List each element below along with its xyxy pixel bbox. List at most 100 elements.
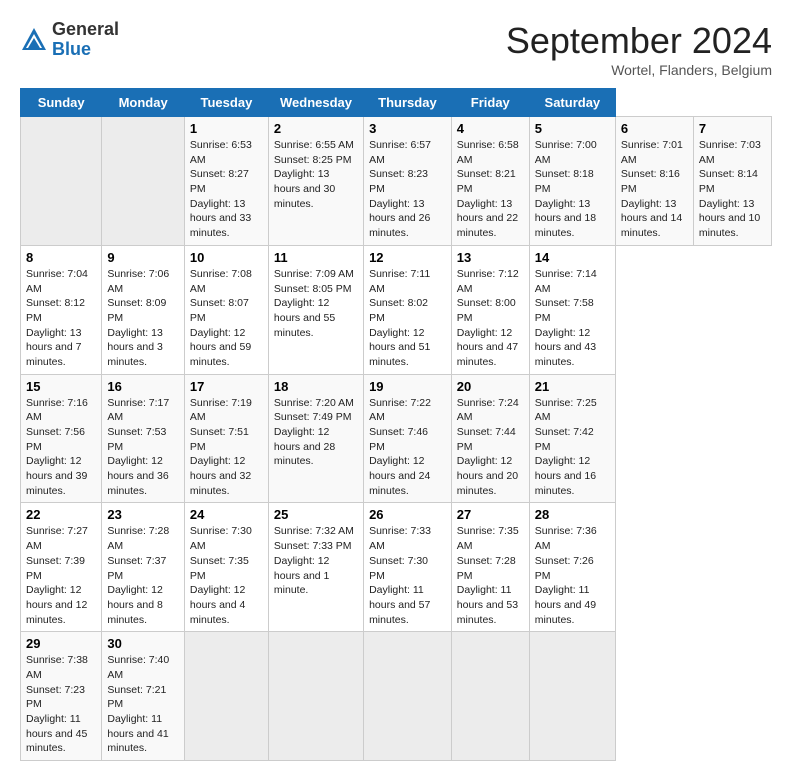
logo: General Blue [20, 20, 119, 60]
cell-info: Sunrise: 7:00 AMSunset: 8:18 PMDaylight:… [535, 138, 610, 241]
calendar-cell: 3 Sunrise: 6:57 AMSunset: 8:23 PMDaylight… [364, 117, 452, 246]
calendar-cell [21, 117, 102, 246]
day-number: 12 [369, 250, 446, 265]
day-header-tuesday: Tuesday [184, 89, 268, 117]
day-number: 28 [535, 507, 610, 522]
calendar-cell: 27Sunrise: 7:35 AMSunset: 7:28 PMDayligh… [451, 503, 529, 632]
location: Wortel, Flanders, Belgium [506, 62, 772, 78]
day-header-thursday: Thursday [364, 89, 452, 117]
calendar-cell: 18 Sunrise: 7:20 AMSunset: 7:49 PMDayligh… [268, 374, 363, 503]
day-header-sunday: Sunday [21, 89, 102, 117]
calendar-cell: 13Sunrise: 7:12 AMSunset: 8:00 PMDayligh… [451, 245, 529, 374]
calendar-table: SundayMondayTuesdayWednesdayThursdayFrid… [20, 88, 772, 761]
calendar-cell: 22Sunrise: 7:27 AMSunset: 7:39 PMDayligh… [21, 503, 102, 632]
day-number: 11 [274, 250, 358, 265]
cell-info: Sunrise: 7:04 AMSunset: 8:12 PMDaylight:… [26, 267, 96, 370]
calendar-cell: 30 Sunrise: 7:40 AMSunset: 7:21 PMDayligh… [102, 632, 185, 761]
day-number: 9 [107, 250, 179, 265]
week-row-5: 29 Sunrise: 7:38 AMSunset: 7:23 PMDayligh… [21, 632, 772, 761]
logo-icon [20, 26, 48, 54]
cell-info: Sunrise: 7:40 AMSunset: 7:21 PMDaylight:… [107, 653, 179, 756]
calendar-cell [102, 117, 185, 246]
day-number: 15 [26, 379, 96, 394]
day-number: 3 [369, 121, 446, 136]
cell-info: Sunrise: 7:08 AMSunset: 8:07 PMDaylight:… [190, 267, 263, 370]
calendar-cell [529, 632, 615, 761]
calendar-cell: 5 Sunrise: 7:00 AMSunset: 8:18 PMDaylight… [529, 117, 615, 246]
calendar-cell: 15 Sunrise: 7:16 AMSunset: 7:56 PMDayligh… [21, 374, 102, 503]
day-number: 4 [457, 121, 524, 136]
calendar-cell: 4 Sunrise: 6:58 AMSunset: 8:21 PMDaylight… [451, 117, 529, 246]
cell-info: Sunrise: 7:09 AMSunset: 8:05 PMDaylight:… [274, 267, 358, 340]
calendar-cell: 10 Sunrise: 7:08 AMSunset: 8:07 PMDayligh… [184, 245, 268, 374]
cell-info: Sunrise: 6:53 AMSunset: 8:27 PMDaylight:… [190, 138, 263, 241]
calendar-cell [268, 632, 363, 761]
calendar-cell: 9 Sunrise: 7:06 AMSunset: 8:09 PMDaylight… [102, 245, 185, 374]
day-number: 30 [107, 636, 179, 651]
cell-info: Sunrise: 7:38 AMSunset: 7:23 PMDaylight:… [26, 653, 96, 756]
logo-text: General Blue [52, 20, 119, 60]
calendar-cell: 25Sunrise: 7:32 AMSunset: 7:33 PMDayligh… [268, 503, 363, 632]
calendar-cell: 6Sunrise: 7:01 AMSunset: 8:16 PMDaylight… [615, 117, 693, 246]
week-row-3: 15 Sunrise: 7:16 AMSunset: 7:56 PMDayligh… [21, 374, 772, 503]
day-number: 10 [190, 250, 263, 265]
week-row-1: 1 Sunrise: 6:53 AMSunset: 8:27 PMDaylight… [21, 117, 772, 246]
cell-info: Sunrise: 7:19 AMSunset: 7:51 PMDaylight:… [190, 396, 263, 499]
calendar-cell: 29 Sunrise: 7:38 AMSunset: 7:23 PMDayligh… [21, 632, 102, 761]
day-number: 8 [26, 250, 96, 265]
cell-info: Sunrise: 7:20 AMSunset: 7:49 PMDaylight:… [274, 396, 358, 469]
day-header-friday: Friday [451, 89, 529, 117]
calendar-cell [451, 632, 529, 761]
day-number: 23 [107, 507, 179, 522]
day-number: 14 [535, 250, 610, 265]
cell-info: Sunrise: 7:22 AMSunset: 7:46 PMDaylight:… [369, 396, 446, 499]
cell-info: Sunrise: 7:03 AMSunset: 8:14 PMDaylight:… [699, 138, 766, 241]
calendar-cell: 12 Sunrise: 7:11 AMSunset: 8:02 PMDayligh… [364, 245, 452, 374]
day-header-wednesday: Wednesday [268, 89, 363, 117]
cell-info: Sunrise: 7:06 AMSunset: 8:09 PMDaylight:… [107, 267, 179, 370]
day-number: 13 [457, 250, 524, 265]
cell-info: Sunrise: 7:01 AMSunset: 8:16 PMDaylight:… [621, 138, 688, 241]
day-number: 16 [107, 379, 179, 394]
cell-info: Sunrise: 7:16 AMSunset: 7:56 PMDaylight:… [26, 396, 96, 499]
calendar-cell: 11 Sunrise: 7:09 AMSunset: 8:05 PMDayligh… [268, 245, 363, 374]
month-title: September 2024 [506, 20, 772, 62]
calendar-cell [184, 632, 268, 761]
calendar-cell: 20Sunrise: 7:24 AMSunset: 7:44 PMDayligh… [451, 374, 529, 503]
calendar-cell: 21 Sunrise: 7:25 AMSunset: 7:42 PMDayligh… [529, 374, 615, 503]
calendar-cell: 2Sunrise: 6:55 AMSunset: 8:25 PMDaylight… [268, 117, 363, 246]
calendar-cell: 26Sunrise: 7:33 AMSunset: 7:30 PMDayligh… [364, 503, 452, 632]
calendar-cell: 23Sunrise: 7:28 AMSunset: 7:37 PMDayligh… [102, 503, 185, 632]
day-number: 24 [190, 507, 263, 522]
cell-info: Sunrise: 7:32 AMSunset: 7:33 PMDaylight:… [274, 524, 358, 597]
day-number: 17 [190, 379, 263, 394]
week-row-2: 8 Sunrise: 7:04 AMSunset: 8:12 PMDaylight… [21, 245, 772, 374]
calendar-cell: 16 Sunrise: 7:17 AMSunset: 7:53 PMDayligh… [102, 374, 185, 503]
cell-info: Sunrise: 7:11 AMSunset: 8:02 PMDaylight:… [369, 267, 446, 370]
day-number: 21 [535, 379, 610, 394]
day-number: 1 [190, 121, 263, 136]
cell-info: Sunrise: 6:58 AMSunset: 8:21 PMDaylight:… [457, 138, 524, 241]
day-number: 5 [535, 121, 610, 136]
calendar-cell: 19Sunrise: 7:22 AMSunset: 7:46 PMDayligh… [364, 374, 452, 503]
calendar-cell: 7 Sunrise: 7:03 AMSunset: 8:14 PMDaylight… [693, 117, 771, 246]
cell-info: Sunrise: 7:14 AMSunset: 7:58 PMDaylight:… [535, 267, 610, 370]
day-number: 18 [274, 379, 358, 394]
day-number: 7 [699, 121, 766, 136]
calendar-cell: 8 Sunrise: 7:04 AMSunset: 8:12 PMDaylight… [21, 245, 102, 374]
page-header: General Blue September 2024 Wortel, Flan… [20, 20, 772, 78]
title-block: September 2024 Wortel, Flanders, Belgium [506, 20, 772, 78]
cell-info: Sunrise: 6:57 AMSunset: 8:23 PMDaylight:… [369, 138, 446, 241]
calendar-cell: 28Sunrise: 7:36 AMSunset: 7:26 PMDayligh… [529, 503, 615, 632]
calendar-cell: 17 Sunrise: 7:19 AMSunset: 7:51 PMDayligh… [184, 374, 268, 503]
day-header-monday: Monday [102, 89, 185, 117]
calendar-cell: 24Sunrise: 7:30 AMSunset: 7:35 PMDayligh… [184, 503, 268, 632]
day-number: 20 [457, 379, 524, 394]
calendar-cell: 1 Sunrise: 6:53 AMSunset: 8:27 PMDaylight… [184, 117, 268, 246]
day-number: 2 [274, 121, 358, 136]
day-number: 22 [26, 507, 96, 522]
day-number: 29 [26, 636, 96, 651]
cell-info: Sunrise: 7:17 AMSunset: 7:53 PMDaylight:… [107, 396, 179, 499]
calendar-cell [364, 632, 452, 761]
cell-info: Sunrise: 7:25 AMSunset: 7:42 PMDaylight:… [535, 396, 610, 499]
